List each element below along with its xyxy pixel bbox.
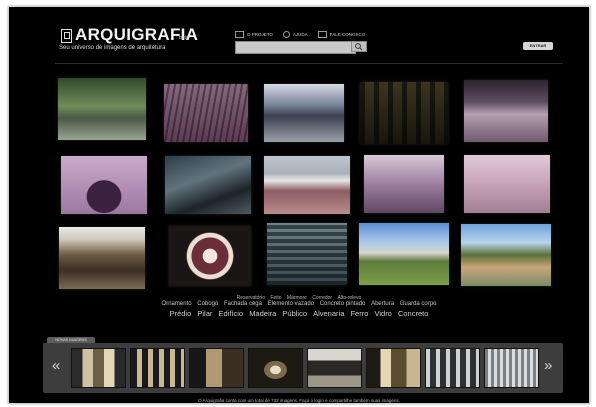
tag-link[interactable]: Ferro xyxy=(350,309,368,318)
link-label: O PROJETO xyxy=(247,32,273,37)
link-o-projeto[interactable]: O PROJETO xyxy=(235,31,273,38)
tag-link[interactable]: Feito xyxy=(270,295,281,301)
gallery-image[interactable] xyxy=(267,223,347,285)
tag-row: Ornamento Cobogó Fachada cega Elemento v… xyxy=(55,301,543,309)
gallery-image[interactable] xyxy=(359,223,449,285)
link-label: AJUDA xyxy=(292,32,308,37)
tag-link[interactable]: Alto-relevo xyxy=(337,295,361,301)
tag-link[interactable]: Vidro xyxy=(374,309,391,318)
help-icon xyxy=(282,31,290,38)
gallery-image[interactable] xyxy=(364,155,444,213)
gallery-image[interactable] xyxy=(59,227,145,289)
carousel-image[interactable] xyxy=(71,348,126,388)
login-button[interactable]: ENTRAR xyxy=(523,42,553,50)
carousel-image[interactable] xyxy=(425,348,480,388)
search-icon xyxy=(355,43,363,51)
tag-link[interactable]: Prédio xyxy=(170,309,192,318)
tag-link[interactable]: Pilar xyxy=(197,309,212,318)
tag-link[interactable]: Concreto xyxy=(398,309,428,318)
gallery-image[interactable] xyxy=(461,224,551,286)
carousel-image[interactable] xyxy=(484,348,539,388)
tag-link[interactable]: Mármore xyxy=(287,295,307,301)
link-fale-conosco[interactable]: FALE CONOSCO xyxy=(317,31,366,38)
top-links: O PROJETO AJUDA FALE CONOSCO xyxy=(235,31,365,38)
tag-link[interactable]: Corredor xyxy=(312,295,332,301)
tag-link[interactable]: Elemento vazado xyxy=(268,301,314,307)
link-ajuda[interactable]: AJUDA xyxy=(282,31,308,38)
carousel-image[interactable] xyxy=(248,348,303,388)
tag-link[interactable]: Guarda corpo xyxy=(400,301,437,307)
tag-link[interactable]: Concreto pintado xyxy=(320,301,366,307)
carousel-image[interactable] xyxy=(130,348,185,388)
gallery-image[interactable] xyxy=(264,156,350,214)
gallery-image[interactable] xyxy=(360,82,448,144)
carousel-prev-button[interactable]: « xyxy=(52,358,60,373)
tag-link[interactable]: Público xyxy=(282,309,307,318)
tag-link[interactable]: Fachada cega xyxy=(224,301,262,307)
tag-link[interactable]: Madeira xyxy=(249,309,276,318)
gallery-image[interactable] xyxy=(464,80,548,142)
carousel-next-button[interactable]: » xyxy=(544,358,552,373)
gallery-image[interactable] xyxy=(61,156,147,214)
header-divider xyxy=(55,63,563,64)
tag-row: Prédio Pilar Edifício Madeira Público Al… xyxy=(55,309,543,318)
gallery-image[interactable] xyxy=(164,84,248,142)
gallery-image[interactable] xyxy=(464,155,550,213)
tag-link[interactable]: Alvenaria xyxy=(313,309,344,318)
logo-icon xyxy=(61,29,72,43)
tagline: Seu universo de imagens de arquitetura xyxy=(59,45,166,51)
gallery-image[interactable] xyxy=(58,78,146,140)
tag-cloud: Reservatório Feito Mármore Corredor Alto… xyxy=(55,295,543,318)
tag-link[interactable]: Abertura xyxy=(371,301,394,307)
tag-link[interactable]: Ornamento xyxy=(162,301,192,307)
carousel-image[interactable] xyxy=(307,348,362,388)
gallery-image[interactable] xyxy=(165,156,251,214)
tag-link[interactable]: Reservatório xyxy=(237,295,265,301)
search-input[interactable] xyxy=(235,41,356,54)
header: ARQUIGRAFIA beta Seu universo de imagens… xyxy=(9,7,589,67)
chat-icon xyxy=(317,31,327,38)
carousel-image[interactable] xyxy=(189,348,244,388)
carousel-image[interactable] xyxy=(366,348,421,388)
footer-text: O Arquigrafia conta com um total de 733 … xyxy=(198,398,400,403)
info-icon xyxy=(235,31,244,38)
tag-link[interactable]: Edifício xyxy=(218,309,243,318)
search-button[interactable] xyxy=(351,41,367,52)
tag-link[interactable]: Cobogó xyxy=(197,301,218,307)
beta-label: beta xyxy=(179,35,189,41)
app-frame: ARQUIGRAFIA beta Seu universo de imagens… xyxy=(8,6,590,404)
gallery-image[interactable] xyxy=(264,84,344,142)
gallery-image[interactable] xyxy=(169,226,251,286)
link-label: FALE CONOSCO xyxy=(329,32,366,37)
